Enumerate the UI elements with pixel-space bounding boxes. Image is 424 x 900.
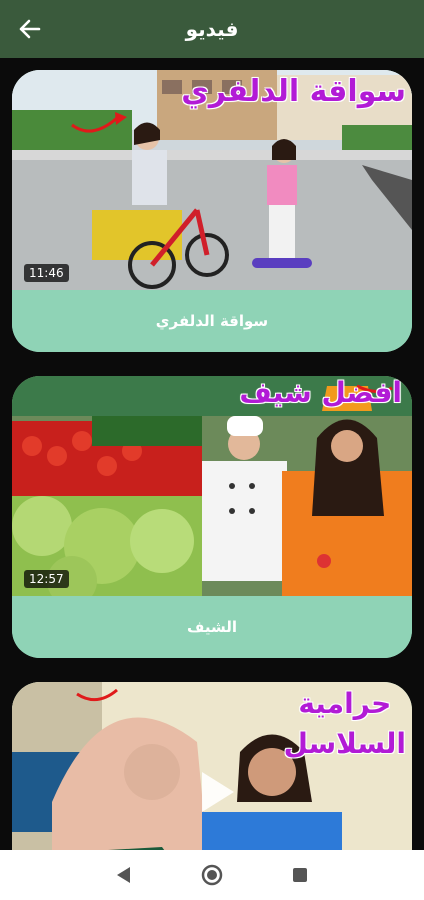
video-card[interactable]: سواقة الدلفري 11:46 سواقة الدلفري (12, 70, 412, 352)
video-duration-badge: 11:46 (24, 264, 69, 282)
video-duration-badge: 12:57 (24, 570, 69, 588)
top-app-bar: فيديو (0, 0, 424, 58)
video-card[interactable]: حرامية السلاسل (12, 682, 412, 850)
video-thumbnail[interactable]: سواقة الدلفري 11:46 (12, 70, 412, 290)
nav-back-button[interactable] (104, 855, 144, 895)
video-thumbnail[interactable]: افضل شيف 12:57 (12, 376, 412, 596)
video-caption[interactable]: الشيف (12, 596, 412, 658)
thumbnail-scene-image (12, 376, 412, 596)
video-card[interactable]: افضل شيف 12:57 الشيف (12, 376, 412, 658)
app-root: فيديو سواقة الدلفري 11:46 سواقة الدلفري … (0, 0, 424, 900)
video-caption[interactable]: سواقة الدلفري (12, 290, 412, 352)
overlay-line: حرامية (298, 687, 392, 720)
arrow-left-icon (19, 19, 41, 39)
page-title: فيديو (185, 17, 239, 41)
system-nav-bar (0, 850, 424, 900)
circle-home-icon (201, 864, 223, 886)
nav-home-button[interactable] (192, 855, 232, 895)
overlay-line: السلاسل (283, 727, 406, 760)
video-overlay-title: حرامية السلاسل (284, 684, 406, 764)
triangle-back-icon (117, 867, 130, 883)
square-recents-icon (293, 868, 307, 882)
video-thumbnail[interactable]: حرامية السلاسل (12, 682, 412, 850)
video-overlay-title: سواقة الدلفري (181, 74, 406, 109)
back-button[interactable] (14, 13, 46, 45)
nav-recents-button[interactable] (280, 855, 320, 895)
video-feed[interactable]: سواقة الدلفري 11:46 سواقة الدلفري افضل ش… (0, 58, 424, 850)
video-overlay-title: افضل شيف (239, 376, 402, 409)
